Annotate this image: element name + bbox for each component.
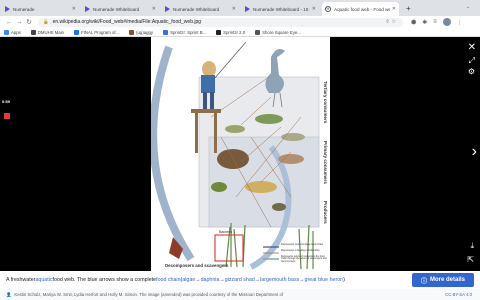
bacteria-label: Bacteria: [219, 230, 233, 234]
bookmark-label: (ug)aggy: [136, 29, 154, 35]
close-icon[interactable]: ✕: [152, 6, 156, 12]
link-great-blue-heron[interactable]: great blue heron: [305, 277, 344, 283]
tab-search-icon[interactable]: ⌄: [466, 4, 470, 10]
caption-text: ): [343, 277, 345, 283]
tab-label: Numerade Whiteboard - 15 hi...: [253, 6, 310, 12]
bookmarks-bar: Apps DMUHS Main FINAL Program of... (ug)…: [0, 28, 480, 37]
caption-text: food web. The blue arrows show a complet…: [52, 277, 157, 283]
media-icon[interactable]: ≡: [433, 19, 437, 25]
more-details-button[interactable]: ⓘ More details: [412, 273, 474, 287]
forward-button[interactable]: →: [14, 19, 24, 26]
link-algae[interactable]: algae: [182, 277, 195, 283]
bookmark-sprintzr-2[interactable]: Sprintzr 2.0: [216, 29, 246, 35]
food-web-illustration: Tertiary consumers Primary consumers Pro…: [149, 37, 330, 271]
caption-text: A freshwater: [6, 277, 36, 283]
bookmark-dmuhs[interactable]: DMUHS Main: [30, 29, 65, 35]
info-icon: ⓘ: [420, 278, 427, 285]
menu-icon[interactable]: ⋮: [457, 19, 463, 26]
link-gizzard-shad[interactable]: gizzard shad: [225, 277, 255, 283]
tab-label: Numerade Whiteboard: [173, 6, 220, 12]
link-daphnia[interactable]: daphnia: [201, 277, 220, 283]
browser-toolbar: ← → ↻ 🔒 en.wikipedia.org/wiki/Food_web#/…: [0, 16, 480, 28]
close-icon[interactable]: ✕: [468, 42, 476, 53]
address-bar[interactable]: 🔒 en.wikipedia.org/wiki/Food_web#/media/…: [38, 17, 403, 27]
tab-aquatic-food-web[interactable]: W Aquatic food web - Food web... ✕: [322, 2, 399, 16]
lock-icon[interactable]: 🔒: [43, 19, 49, 25]
tab-numerade-whiteboard-3[interactable]: Numerade Whiteboard - 15 hi... ✕: [242, 2, 319, 16]
bookmark-icon: [216, 29, 222, 35]
tab-label: Aquatic food web - Food web...: [334, 6, 390, 12]
credit-text: Kestin Schulz, Mariya W. Smit, Lydia Her…: [14, 292, 284, 297]
bookmark-ugaggy[interactable]: (ug)aggy: [129, 29, 154, 35]
image-caption: A freshwater aquatic food web. The blue …: [0, 271, 480, 289]
numerade-icon: [245, 6, 250, 12]
link-food-chain[interactable]: food chain: [156, 277, 180, 283]
close-icon[interactable]: ✕: [312, 6, 316, 12]
bookmark-sprintzr[interactable]: Sprintzr: Sprint B...: [163, 29, 207, 35]
gear-icon[interactable]: ⚙: [468, 67, 475, 76]
bookmark-final-program[interactable]: FINAL Program of...: [74, 29, 120, 35]
numerade-icon: [85, 6, 90, 12]
tab-numerade-whiteboard[interactable]: Numerade Whiteboard ✕: [82, 2, 159, 16]
download-icon[interactable]: ⤓: [470, 241, 474, 251]
avatar[interactable]: [442, 18, 451, 26]
tab-label: Numerade Whiteboard: [93, 6, 140, 12]
close-icon[interactable]: ✕: [392, 6, 396, 12]
link-largemouth-bass[interactable]: largemouth bass: [260, 277, 299, 283]
back-button[interactable]: ←: [4, 19, 14, 26]
new-tab-button[interactable]: +: [402, 2, 415, 16]
bookmark-icon: [129, 29, 135, 35]
bookmark-label: Shore Square Eye...: [262, 29, 301, 35]
bookmark-label: DMUHS Main: [37, 29, 65, 35]
food-web-drawing: [149, 41, 320, 270]
image-credit: 👤 Kestin Schulz, Mariya W. Smit, Lydia H…: [0, 289, 480, 300]
wikipedia-icon: W: [325, 6, 331, 12]
tab-strip: Numerade ✕ Numerade Whiteboard ✕ Numerad…: [0, 0, 480, 16]
link-aquatic[interactable]: aquatic: [35, 277, 52, 283]
expand-icon[interactable]: ⤢: [469, 56, 475, 66]
bookmark-icon: [30, 29, 36, 35]
bookmark-label: Sprintzr: Sprint B...: [170, 29, 207, 35]
bookmark-icon: [163, 29, 169, 35]
producers-label: Producers: [323, 201, 328, 224]
tertiary-label: Tertiary consumers: [323, 81, 328, 124]
legend-feeding: Represents a feeding relationship: [281, 249, 320, 252]
tab-numerade[interactable]: Numerade ✕: [2, 2, 79, 16]
bookmark-shore-square[interactable]: Shore Square Eye...: [255, 29, 301, 35]
license-link[interactable]: CC BY-SA 4.0: [445, 292, 472, 297]
bookmark-label: FINAL Program of...: [81, 29, 120, 35]
primary-label: Primary consumers: [323, 141, 328, 184]
numerade-icon: [5, 6, 10, 12]
apps-icon: [4, 29, 9, 35]
reload-button[interactable]: ↻: [24, 18, 34, 26]
legend-nutrients: Represents return of nutrients to the fo…: [281, 255, 327, 263]
bookmark-label: Apps: [11, 29, 21, 35]
url-text: en.wikipedia.org/wiki/Food_web#/media/Fi…: [52, 19, 202, 25]
close-icon[interactable]: ✕: [72, 6, 76, 12]
bookmark-label: Sprintzr 2.0: [223, 29, 246, 35]
close-icon[interactable]: ✕: [232, 6, 236, 12]
next-image-button[interactable]: ›: [472, 143, 477, 161]
extension-icon[interactable]: ⬢: [411, 19, 416, 26]
more-details-label: More details: [430, 277, 466, 283]
numerade-icon: [165, 6, 170, 12]
bookmark-star-icon[interactable]: ⇧☆: [385, 19, 398, 25]
bookmark-apps[interactable]: Apps: [4, 29, 21, 35]
bookmark-icon: [255, 29, 261, 35]
legend-chain: Represents one complete food chain: [281, 243, 324, 246]
tab-label: Numerade: [13, 6, 35, 12]
bookmark-icon: [74, 29, 80, 35]
tab-numerade-whiteboard-2[interactable]: Numerade Whiteboard ✕: [162, 2, 239, 16]
person-icon: 👤: [6, 291, 12, 297]
media-viewer: 0:59 ✕ ⤢ ⚙ › ⤓ ⇱ Tertiary consumers Prim…: [0, 37, 480, 271]
share-icon[interactable]: ⇱: [467, 255, 474, 264]
decomposers-label: Decomposers and scavengers: [165, 263, 229, 268]
record-stop-button[interactable]: [4, 113, 10, 119]
puzzle-icon[interactable]: ✱: [422, 19, 427, 26]
timer-text: 0:59: [2, 99, 11, 104]
